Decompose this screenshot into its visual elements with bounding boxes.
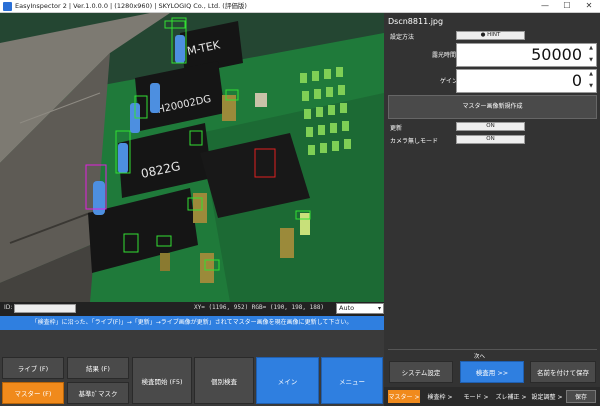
app-icon <box>3 2 12 11</box>
status-line: ID: XY= (1196, 952) RGB= (190, 198, 188)… <box>0 302 384 316</box>
exposure-label: 露光時間 <box>432 52 457 59</box>
gain-down-icon[interactable]: ▼ <box>587 83 595 89</box>
start-inspection-button[interactable]: 検査開始 (F5) <box>132 357 192 404</box>
close-button[interactable]: ✕ <box>578 0 600 12</box>
gain-up-icon[interactable]: ▲ <box>587 71 595 77</box>
tab-mode[interactable]: モード > <box>460 390 492 403</box>
coords-readout: XY= (1196, 952) RGB= (190, 198, 188) <box>194 304 325 311</box>
exposure-down-icon[interactable]: ▼ <box>587 57 595 63</box>
settings-panel: Dscn8811.jpg 設定方法 ● HINT 露光時間 50000 ▲ ▼ … <box>384 13 600 406</box>
update-toggle[interactable]: ON <box>456 122 525 131</box>
system-settings-button[interactable]: システム設定 <box>389 361 453 383</box>
set-mask-button[interactable]: 基準ｶﾞマスク <box>67 382 129 404</box>
create-master-button[interactable]: マスター画像新規作成 <box>388 95 597 119</box>
app-window: EasyInspector 2 | Ver.1.0.0.0 | (1280x96… <box>0 0 600 406</box>
minimize-button[interactable]: — <box>534 0 556 12</box>
camera-mode-toggle[interactable]: ON <box>456 135 525 144</box>
hint-button[interactable]: ● HINT <box>456 31 525 40</box>
zoom-select-value: Auto <box>339 304 355 312</box>
menu-button[interactable]: メニュー <box>321 357 383 404</box>
camera-mode-label: カメラ無しモード <box>390 138 439 145</box>
live-button[interactable]: ライブ (F) <box>2 357 64 379</box>
image-viewport[interactable]: M-TEK H20002DG 0822G <box>0 13 384 302</box>
id-label: ID: <box>4 304 13 311</box>
update-label: 更新 <box>390 125 403 132</box>
tab-offset-correction[interactable]: ズレ補正 > <box>494 390 528 403</box>
next-label: 次へ <box>474 354 486 360</box>
result-button[interactable]: 結果 (F) <box>67 357 129 379</box>
exposure-up-icon[interactable]: ▲ <box>587 45 595 51</box>
id-field[interactable] <box>14 304 76 313</box>
step-tabs: マスター > 検査枠 > モード > ズレ補正 > 設定調整 > 保存 <box>384 387 600 406</box>
individual-inspection-button[interactable]: 個別検査 <box>194 357 254 404</box>
master-button[interactable]: マスター (F) <box>2 382 64 404</box>
file-name: Dscn8811.jpg <box>388 17 444 26</box>
chevron-down-icon: ▾ <box>377 305 381 312</box>
tab-master[interactable]: マスター > <box>388 390 420 403</box>
divider <box>388 349 597 350</box>
setting-method-label: 設定方法 <box>390 34 415 41</box>
main-button[interactable]: メイン <box>256 357 319 404</box>
exposure-input[interactable]: 50000 <box>456 43 597 67</box>
tab-settings-adjust[interactable]: 設定調整 > <box>530 390 564 403</box>
title-bar: EasyInspector 2 | Ver.1.0.0.0 | (1280x96… <box>0 0 600 13</box>
save-as-button[interactable]: 名前を付けて保存 <box>530 361 596 383</box>
instruction-banner: 「検査枠」に沿った、「ライブ(F)」→「更新」→ライブ画像が更新」されてマスター… <box>0 316 384 330</box>
pcb-image: M-TEK H20002DG 0822G <box>0 13 384 302</box>
gain-input[interactable]: 0 <box>456 69 597 93</box>
tab-inspection-frame[interactable]: 検査枠 > <box>422 390 458 403</box>
window-title: EasyInspector 2 | Ver.1.0.0.0 | (1280x96… <box>15 2 247 10</box>
inspect-next-button[interactable]: 検査用 >> <box>460 361 524 383</box>
maximize-button[interactable]: ☐ <box>556 0 578 12</box>
save-button[interactable]: 保存 <box>566 390 596 403</box>
zoom-select[interactable]: Auto ▾ <box>336 303 384 314</box>
